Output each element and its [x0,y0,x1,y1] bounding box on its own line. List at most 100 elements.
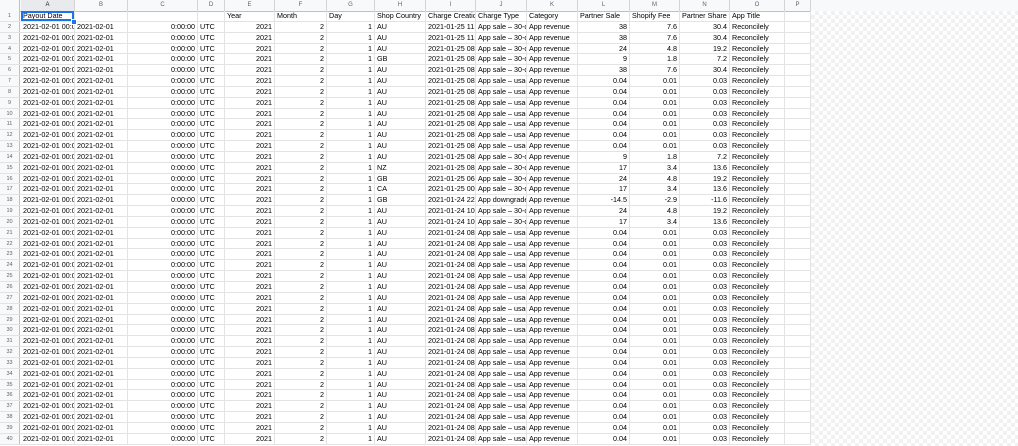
table-cell[interactable]: Reconcilely [730,141,785,151]
table-cell[interactable]: 0:00:00 [128,162,198,173]
table-cell[interactable]: 2021-02-01 [75,368,128,379]
table-cell[interactable]: 1.8 [630,151,680,162]
table-cell[interactable] [785,162,811,173]
table-cell[interactable]: UTC [198,412,225,422]
table-cell[interactable]: Reconcilely [730,357,785,368]
table-cell[interactable]: 0:00:00 [128,390,198,401]
table-cell[interactable]: 0:00:00 [128,303,198,314]
table-cell[interactable] [785,227,811,238]
table-cell[interactable]: 1 [327,314,375,325]
table-cell[interactable]: App revenue [527,21,578,32]
column-title-cell[interactable] [128,11,198,21]
row-number[interactable]: 19 [0,206,20,216]
row-number[interactable]: 24 [0,260,20,271]
table-cell[interactable]: UTC [198,119,225,130]
table-cell[interactable] [785,173,811,184]
table-cell[interactable]: 2 [275,151,327,162]
table-cell[interactable]: 2021-02-01 00:0 [21,227,75,238]
table-cell[interactable]: UTC [198,433,225,444]
table-cell[interactable]: 38 [578,32,630,43]
table-cell[interactable]: 0.04 [578,336,630,347]
table-cell[interactable]: 2 [275,390,327,401]
table-cell[interactable]: 1 [327,379,375,390]
table-cell[interactable]: 38 [578,21,630,32]
table-cell[interactable]: 0:00:00 [128,282,198,292]
column-title-cell[interactable]: Day [327,11,375,21]
table-cell[interactable]: 2021-01-25 08:0 [426,162,476,173]
table-cell[interactable]: 2021-01-24 08:5 [426,357,476,368]
table-cell[interactable]: 2021-01-24 08:5 [426,336,476,347]
table-cell[interactable]: 1 [327,249,375,260]
table-cell[interactable]: 2021-02-01 00:0 [21,422,75,433]
row-number[interactable]: 35 [0,379,20,390]
column-header-b[interactable]: B [75,0,128,11]
column-header-e[interactable]: E [225,0,275,11]
table-cell[interactable]: Reconcilely [730,422,785,433]
table-cell[interactable]: 0.04 [578,249,630,260]
table-cell[interactable]: AU [375,412,426,422]
table-cell[interactable]: AU [375,303,426,314]
table-cell[interactable]: 2021 [225,173,275,184]
table-cell[interactable] [785,206,811,216]
table-cell[interactable]: Reconcilely [730,130,785,141]
table-cell[interactable]: 2021-02-01 [75,412,128,422]
table-cell[interactable]: 2021-02-01 00:0 [21,249,75,260]
table-cell[interactable]: 2021-01-24 08:5 [426,325,476,336]
table-cell[interactable] [785,32,811,43]
table-cell[interactable]: 2021-01-24 08:5 [426,368,476,379]
table-cell[interactable]: 2021 [225,238,275,249]
table-cell[interactable]: 1 [327,292,375,303]
table-cell[interactable]: App revenue [527,86,578,97]
table-cell[interactable]: 0.01 [630,97,680,108]
table-cell[interactable]: 3.4 [630,162,680,173]
table-cell[interactable]: App sale – usag [476,401,527,412]
table-cell[interactable]: AU [375,271,426,281]
table-cell[interactable]: UTC [198,151,225,162]
table-cell[interactable]: 0:00:00 [128,216,198,227]
column-title-cell[interactable]: Partner Sale [578,11,630,21]
column-header-l[interactable]: L [578,0,630,11]
table-cell[interactable]: App revenue [527,401,578,412]
table-cell[interactable]: 2 [275,216,327,227]
table-cell[interactable]: AU [375,433,426,444]
table-cell[interactable]: 2021 [225,325,275,336]
table-cell[interactable]: App revenue [527,227,578,238]
table-cell[interactable]: Reconcilely [730,292,785,303]
table-cell[interactable]: 0:00:00 [128,249,198,260]
table-cell[interactable]: Reconcilely [730,173,785,184]
table-cell[interactable]: AU [375,130,426,141]
table-cell[interactable]: 19.2 [680,206,730,216]
table-cell[interactable]: 4.8 [630,43,680,54]
table-cell[interactable]: AU [375,368,426,379]
table-cell[interactable]: App sale – usag [476,260,527,271]
table-cell[interactable]: 2021-02-01 [75,195,128,206]
table-cell[interactable]: 2021 [225,412,275,422]
table-cell[interactable]: 1 [327,433,375,444]
table-cell[interactable]: 2 [275,303,327,314]
table-cell[interactable]: AU [375,314,426,325]
table-cell[interactable] [785,271,811,281]
table-cell[interactable]: 2021-01-24 10:4 [426,216,476,227]
table-cell[interactable]: Reconcilely [730,227,785,238]
table-cell[interactable]: 2021-02-01 [75,347,128,357]
table-cell[interactable]: 2021-02-01 [75,227,128,238]
table-cell[interactable] [785,347,811,357]
table-cell[interactable]: 19.2 [680,43,730,54]
table-cell[interactable]: 2021-02-01 00:0 [21,282,75,292]
table-cell[interactable]: 2021-02-01 00:0 [21,412,75,422]
table-cell[interactable]: 1 [327,206,375,216]
table-cell[interactable]: 2021-02-01 [75,43,128,54]
table-cell[interactable]: 1 [327,184,375,195]
table-cell[interactable]: 2021-02-01 00:0 [21,336,75,347]
table-cell[interactable]: 2021 [225,422,275,433]
table-cell[interactable]: 0.03 [680,238,730,249]
table-cell[interactable]: App sale – usag [476,292,527,303]
table-cell[interactable]: 2021-01-25 08:1 [426,86,476,97]
table-cell[interactable]: 4.8 [630,173,680,184]
table-cell[interactable]: App revenue [527,130,578,141]
table-cell[interactable]: 1 [327,21,375,32]
table-cell[interactable]: 0.03 [680,282,730,292]
table-cell[interactable]: 2021-02-01 [75,32,128,43]
table-cell[interactable]: 2021-02-01 00:0 [21,314,75,325]
table-cell[interactable] [785,54,811,65]
